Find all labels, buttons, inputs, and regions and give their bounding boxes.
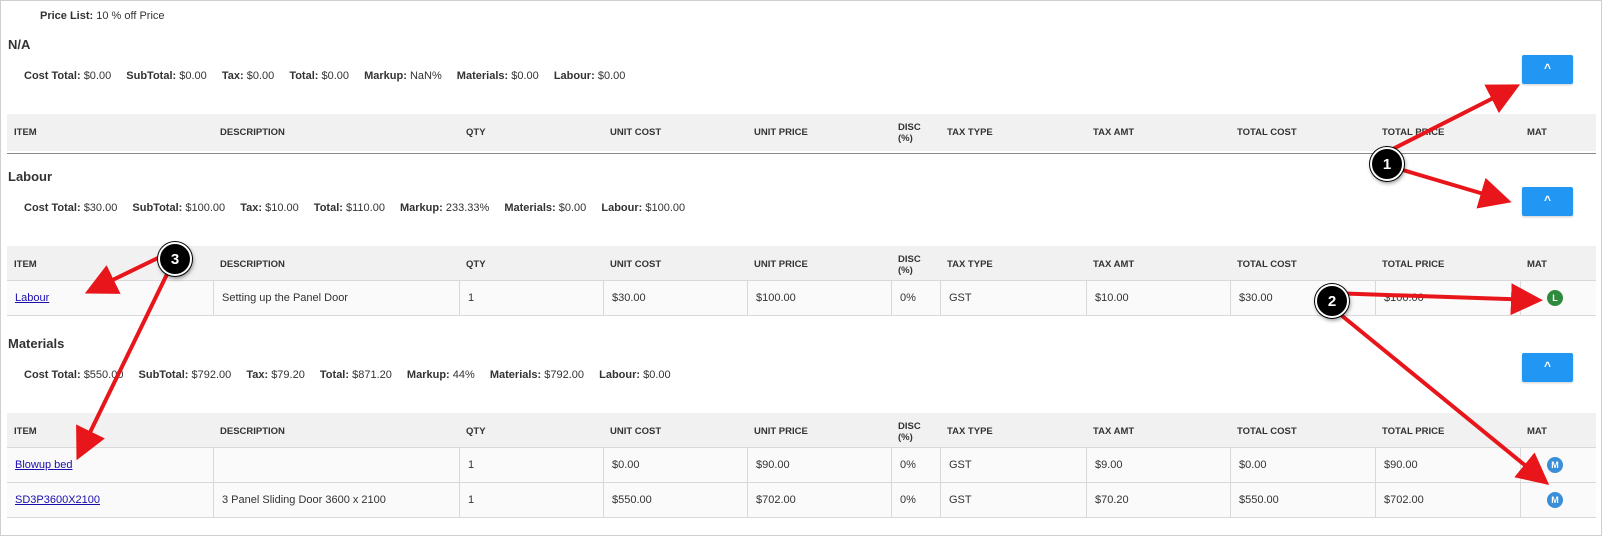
header-col-total-price: TOTAL PRICE <box>1382 426 1445 437</box>
cell-disc: 0% <box>891 448 940 482</box>
section-title-materials: Materials <box>8 336 65 351</box>
material-badge-icon: M <box>1547 492 1563 508</box>
cell-item[interactable]: Blowup bed <box>7 448 213 482</box>
annotation-marker-1: 1 <box>1370 147 1404 181</box>
header-col-unit-price: UNIT PRICE <box>754 259 808 270</box>
item-link[interactable]: Labour <box>15 292 49 304</box>
item-link[interactable]: Blowup bed <box>15 459 73 471</box>
section-divider <box>7 153 1596 154</box>
cell-unit-cost: $550.00 <box>603 483 747 517</box>
header-col-tax-type: TAX TYPE <box>947 127 993 138</box>
cell-disc: 0% <box>891 281 940 315</box>
header-col-tax-type: TAX TYPE <box>947 259 993 270</box>
header-col-total-price: TOTAL PRICE <box>1382 127 1445 138</box>
cell-unit-price: $702.00 <box>747 483 891 517</box>
header-col-item: ITEM <box>14 259 37 270</box>
header-col-total-cost: TOTAL COST <box>1237 259 1297 270</box>
cell-unit-cost: $30.00 <box>603 281 747 315</box>
material-badge-icon: M <box>1547 457 1563 473</box>
section-title-na: N/A <box>8 37 31 52</box>
header-col-total-cost: TOTAL COST <box>1237 426 1297 437</box>
header-col-total-cost: TOTAL COST <box>1237 127 1297 138</box>
annotation-marker-3: 3 <box>158 242 192 276</box>
cell-description: Setting up the Panel Door <box>213 281 459 315</box>
annotation-marker-2: 2 <box>1315 284 1349 318</box>
header-col-mat: MAT <box>1527 127 1547 138</box>
labour-badge-icon: L <box>1547 290 1563 306</box>
cell-tax-type: GST <box>940 448 1086 482</box>
cell-description <box>213 448 459 482</box>
cell-disc: 0% <box>891 483 940 517</box>
table-header-labour: ITEM DESCRIPTION QTY UNIT COST UNIT PRICE DIS… <box>7 246 1596 283</box>
cell-unit-price: $100.00 <box>747 281 891 315</box>
header-col-unit-cost: UNIT COST <box>610 259 662 270</box>
header-col-unit-price: UNIT PRICE <box>754 127 808 138</box>
cell-total-cost: $550.00 <box>1230 483 1375 517</box>
section-totals-materials: Cost Total: $550.00 SubTotal: $792.00 Ta… <box>24 369 671 381</box>
cell-tax-type: GST <box>940 281 1086 315</box>
header-col-qty: QTY <box>466 426 486 437</box>
section-totals-na: Cost Total: $0.00 SubTotal: $0.00 Tax: $… <box>24 70 626 82</box>
table-header-materials: ITEM DESCRIPTION QTY UNIT COST UNIT PRICE DIS… <box>7 413 1596 450</box>
cell-tax-amt: $70.20 <box>1086 483 1230 517</box>
header-col-qty: QTY <box>466 259 486 270</box>
header-col-disc: DISC (%) <box>898 253 921 276</box>
header-col-mat: MAT <box>1527 259 1547 270</box>
cell-mat: L <box>1520 281 1589 315</box>
cell-tax-amt: $9.00 <box>1086 448 1230 482</box>
collapse-button-na[interactable]: ^ <box>1522 55 1573 84</box>
collapse-button-materials[interactable]: ^ <box>1522 353 1573 382</box>
cell-total-cost: $30.00 <box>1230 281 1375 315</box>
cell-unit-cost: $0.00 <box>603 448 747 482</box>
item-link[interactable]: SD3P3600X2100 <box>15 494 100 506</box>
header-col-unit-cost: UNIT COST <box>610 127 662 138</box>
table-row: Blowup bed 1 $0.00 $90.00 0% GST $9.00 $0.00 $90… <box>7 447 1596 483</box>
header-col-total-price: TOTAL PRICE <box>1382 259 1445 270</box>
cell-total-price: $100.00 <box>1375 281 1520 315</box>
cell-qty: 1 <box>459 281 603 315</box>
header-col-disc: DISC (%) <box>898 121 921 144</box>
cell-tax-type: GST <box>940 483 1086 517</box>
header-col-description: DESCRIPTION <box>220 127 285 138</box>
header-col-unit-price: UNIT PRICE <box>754 426 808 437</box>
header-col-disc: DISC (%) <box>898 420 921 443</box>
table-row: Labour Setting up the Panel Door 1 $30.00 $1… <box>7 280 1596 316</box>
cell-mat: M <box>1520 448 1589 482</box>
estimate-panel: Price List: 10 % off Price N/A Cost Tota… <box>0 0 1602 536</box>
cell-unit-price: $90.00 <box>747 448 891 482</box>
cell-qty: 1 <box>459 448 603 482</box>
cell-total-price: $702.00 <box>1375 483 1520 517</box>
cell-tax-amt: $10.00 <box>1086 281 1230 315</box>
header-col-unit-cost: UNIT COST <box>610 426 662 437</box>
table-row: SD3P3600X2100 3 Panel Sliding Door 3600 x… <box>7 482 1596 518</box>
header-col-tax-amt: TAX AMT <box>1093 259 1135 270</box>
cell-item[interactable]: SD3P3600X2100 <box>7 483 213 517</box>
header-col-qty: QTY <box>466 127 486 138</box>
cell-description: 3 Panel Sliding Door 3600 x 2100 <box>213 483 459 517</box>
header-col-description: DESCRIPTION <box>220 426 285 437</box>
section-totals-labour: Cost Total: $30.00 SubTotal: $100.00 Tax… <box>24 202 686 214</box>
header-col-tax-amt: TAX AMT <box>1093 127 1135 138</box>
cell-mat: M <box>1520 483 1589 517</box>
header-col-mat: MAT <box>1527 426 1547 437</box>
header-col-item: ITEM <box>14 127 37 138</box>
table-header-na: ITEM DESCRIPTION QTY UNIT COST UNIT PRICE DIS… <box>7 114 1596 151</box>
header-col-description: DESCRIPTION <box>220 259 285 270</box>
header-col-tax-type: TAX TYPE <box>947 426 993 437</box>
collapse-button-labour[interactable]: ^ <box>1522 187 1573 216</box>
cell-total-price: $90.00 <box>1375 448 1520 482</box>
price-list: Price List: 10 % off Price <box>40 10 165 22</box>
section-title-labour: Labour <box>8 169 53 184</box>
cell-qty: 1 <box>459 483 603 517</box>
cell-item[interactable]: Labour <box>7 281 213 315</box>
header-col-tax-amt: TAX AMT <box>1093 426 1135 437</box>
cell-total-cost: $0.00 <box>1230 448 1375 482</box>
header-col-item: ITEM <box>14 426 37 437</box>
